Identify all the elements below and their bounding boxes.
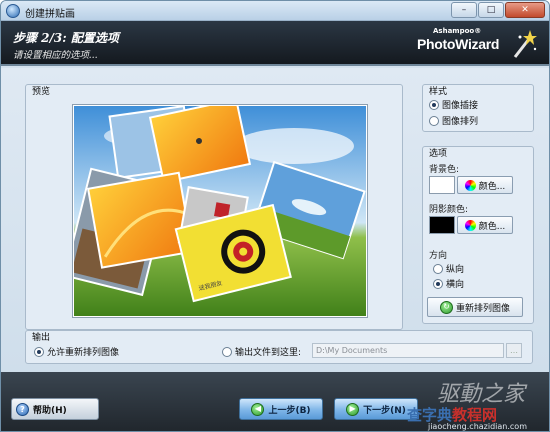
help-icon: ?: [16, 402, 29, 416]
radio-output-to-folder[interactable]: [222, 346, 232, 357]
direction-portrait[interactable]: 纵向: [433, 262, 464, 275]
options-label: 选项: [429, 149, 448, 159]
next-arrow-icon: ▶: [346, 402, 360, 416]
app-icon: [6, 4, 20, 18]
output-label: 输出: [32, 333, 51, 343]
output-allow-rearrange[interactable]: 允许重新排列图像: [34, 345, 119, 358]
title-bar[interactable]: 创建拼贴画 – □ ✕: [1, 1, 549, 21]
maximize-button[interactable]: □: [478, 2, 504, 18]
color-wheel-icon: [464, 219, 476, 231]
magic-wand-icon: [513, 30, 537, 58]
output-to-label: 输出文件到这里:: [235, 348, 302, 358]
collage-preview: 送我朋友: [72, 104, 368, 318]
shadow-color-button-label: 颜色...: [478, 221, 506, 232]
background-color-button[interactable]: 颜色...: [457, 176, 513, 194]
radio-portrait[interactable]: [433, 263, 443, 274]
wizard-header: 步骤 2/3: 配置选项 请设置相应的选项... Ashampoo® Photo…: [1, 21, 549, 66]
step-title: 步骤 2/3: 配置选项: [13, 31, 119, 45]
shadow-color-button[interactable]: 颜色...: [457, 216, 513, 234]
style-label: 样式: [429, 87, 448, 97]
help-button-label: 帮助(H): [33, 405, 67, 416]
rearrange-button-label: 重新排列图像: [455, 303, 510, 314]
radio-landscape[interactable]: [433, 278, 443, 289]
close-button[interactable]: ✕: [505, 2, 545, 18]
collage-image: 送我朋友: [74, 106, 366, 316]
window-controls: – □ ✕: [451, 2, 545, 18]
style-option-insert-label: 图像插接: [442, 101, 479, 111]
style-group: 样式 图像插接 图像排列: [422, 84, 534, 132]
allow-rearrange-label: 允许重新排列图像: [47, 348, 120, 358]
background-color-label: 背景色:: [429, 165, 460, 175]
output-to-folder[interactable]: 输出文件到这里:: [222, 345, 301, 358]
preview-group: 预览 送我朋友: [25, 84, 403, 330]
help-button[interactable]: ? 帮助(H): [11, 398, 99, 420]
color-wheel-icon: [464, 179, 476, 191]
window-title: 创建拼贴画: [25, 9, 75, 20]
logo-product: PhotoWizard: [417, 36, 500, 52]
watermark: 驱動之家 查字典教程网 jiaocheng.chazidian.com: [361, 372, 531, 431]
direction-landscape-label: 横向: [446, 280, 465, 290]
radio-arrange[interactable]: [429, 115, 439, 126]
radio-insert[interactable]: [429, 99, 439, 110]
background-color-swatch: [429, 176, 455, 194]
options-group: 选项 背景色: 颜色... 阴影颜色: 颜色... 方向 纵向 横向 ↻ 重新排…: [422, 146, 534, 324]
wizard-body: 预览 送我朋友 样式 图像插接 图像排列 选项 背景色: 颜色... 阴影颜色:…: [1, 68, 549, 372]
back-button[interactable]: ◀ 上一步(B): [239, 398, 323, 420]
output-group: 输出 允许重新排列图像 输出文件到这里: D:\My Documents …: [25, 330, 533, 364]
browse-folder-button[interactable]: …: [506, 343, 522, 358]
direction-portrait-label: 纵向: [446, 265, 465, 275]
style-option-insert[interactable]: 图像插接: [429, 98, 478, 111]
style-option-arrange[interactable]: 图像排列: [429, 114, 478, 127]
shadow-color-swatch: [429, 216, 455, 234]
radio-allow-rearrange[interactable]: [34, 346, 44, 357]
dialog-window: 创建拼贴画 – □ ✕ 步骤 2/3: 配置选项 请设置相应的选项... Ash…: [0, 0, 550, 432]
photowizard-logo: Ashampoo® PhotoWizard: [417, 27, 537, 61]
back-arrow-icon: ◀: [251, 402, 265, 416]
direction-label: 方向: [429, 251, 448, 261]
step-subtitle: 请设置相应的选项...: [13, 50, 99, 61]
wizard-footer: ? 帮助(H) ◀ 上一步(B) ▶ 下一步(N) 驱動之家 查字典教程网 ji…: [1, 372, 549, 431]
shadow-color-label: 阴影颜色:: [429, 205, 469, 215]
direction-landscape[interactable]: 横向: [433, 277, 464, 290]
background-color-button-label: 颜色...: [478, 181, 506, 192]
refresh-icon: ↻: [439, 300, 453, 314]
style-option-arrange-label: 图像排列: [442, 117, 479, 127]
preview-label: 预览: [32, 87, 51, 97]
back-button-label: 上一步(B): [268, 405, 311, 416]
rearrange-images-button[interactable]: ↻ 重新排列图像: [427, 297, 523, 317]
watermark-line3: jiaocheng.chazidian.com: [427, 422, 527, 431]
minimize-button[interactable]: –: [451, 2, 477, 18]
output-path-input[interactable]: D:\My Documents: [312, 343, 504, 358]
logo-brand: Ashampoo®: [433, 27, 482, 35]
